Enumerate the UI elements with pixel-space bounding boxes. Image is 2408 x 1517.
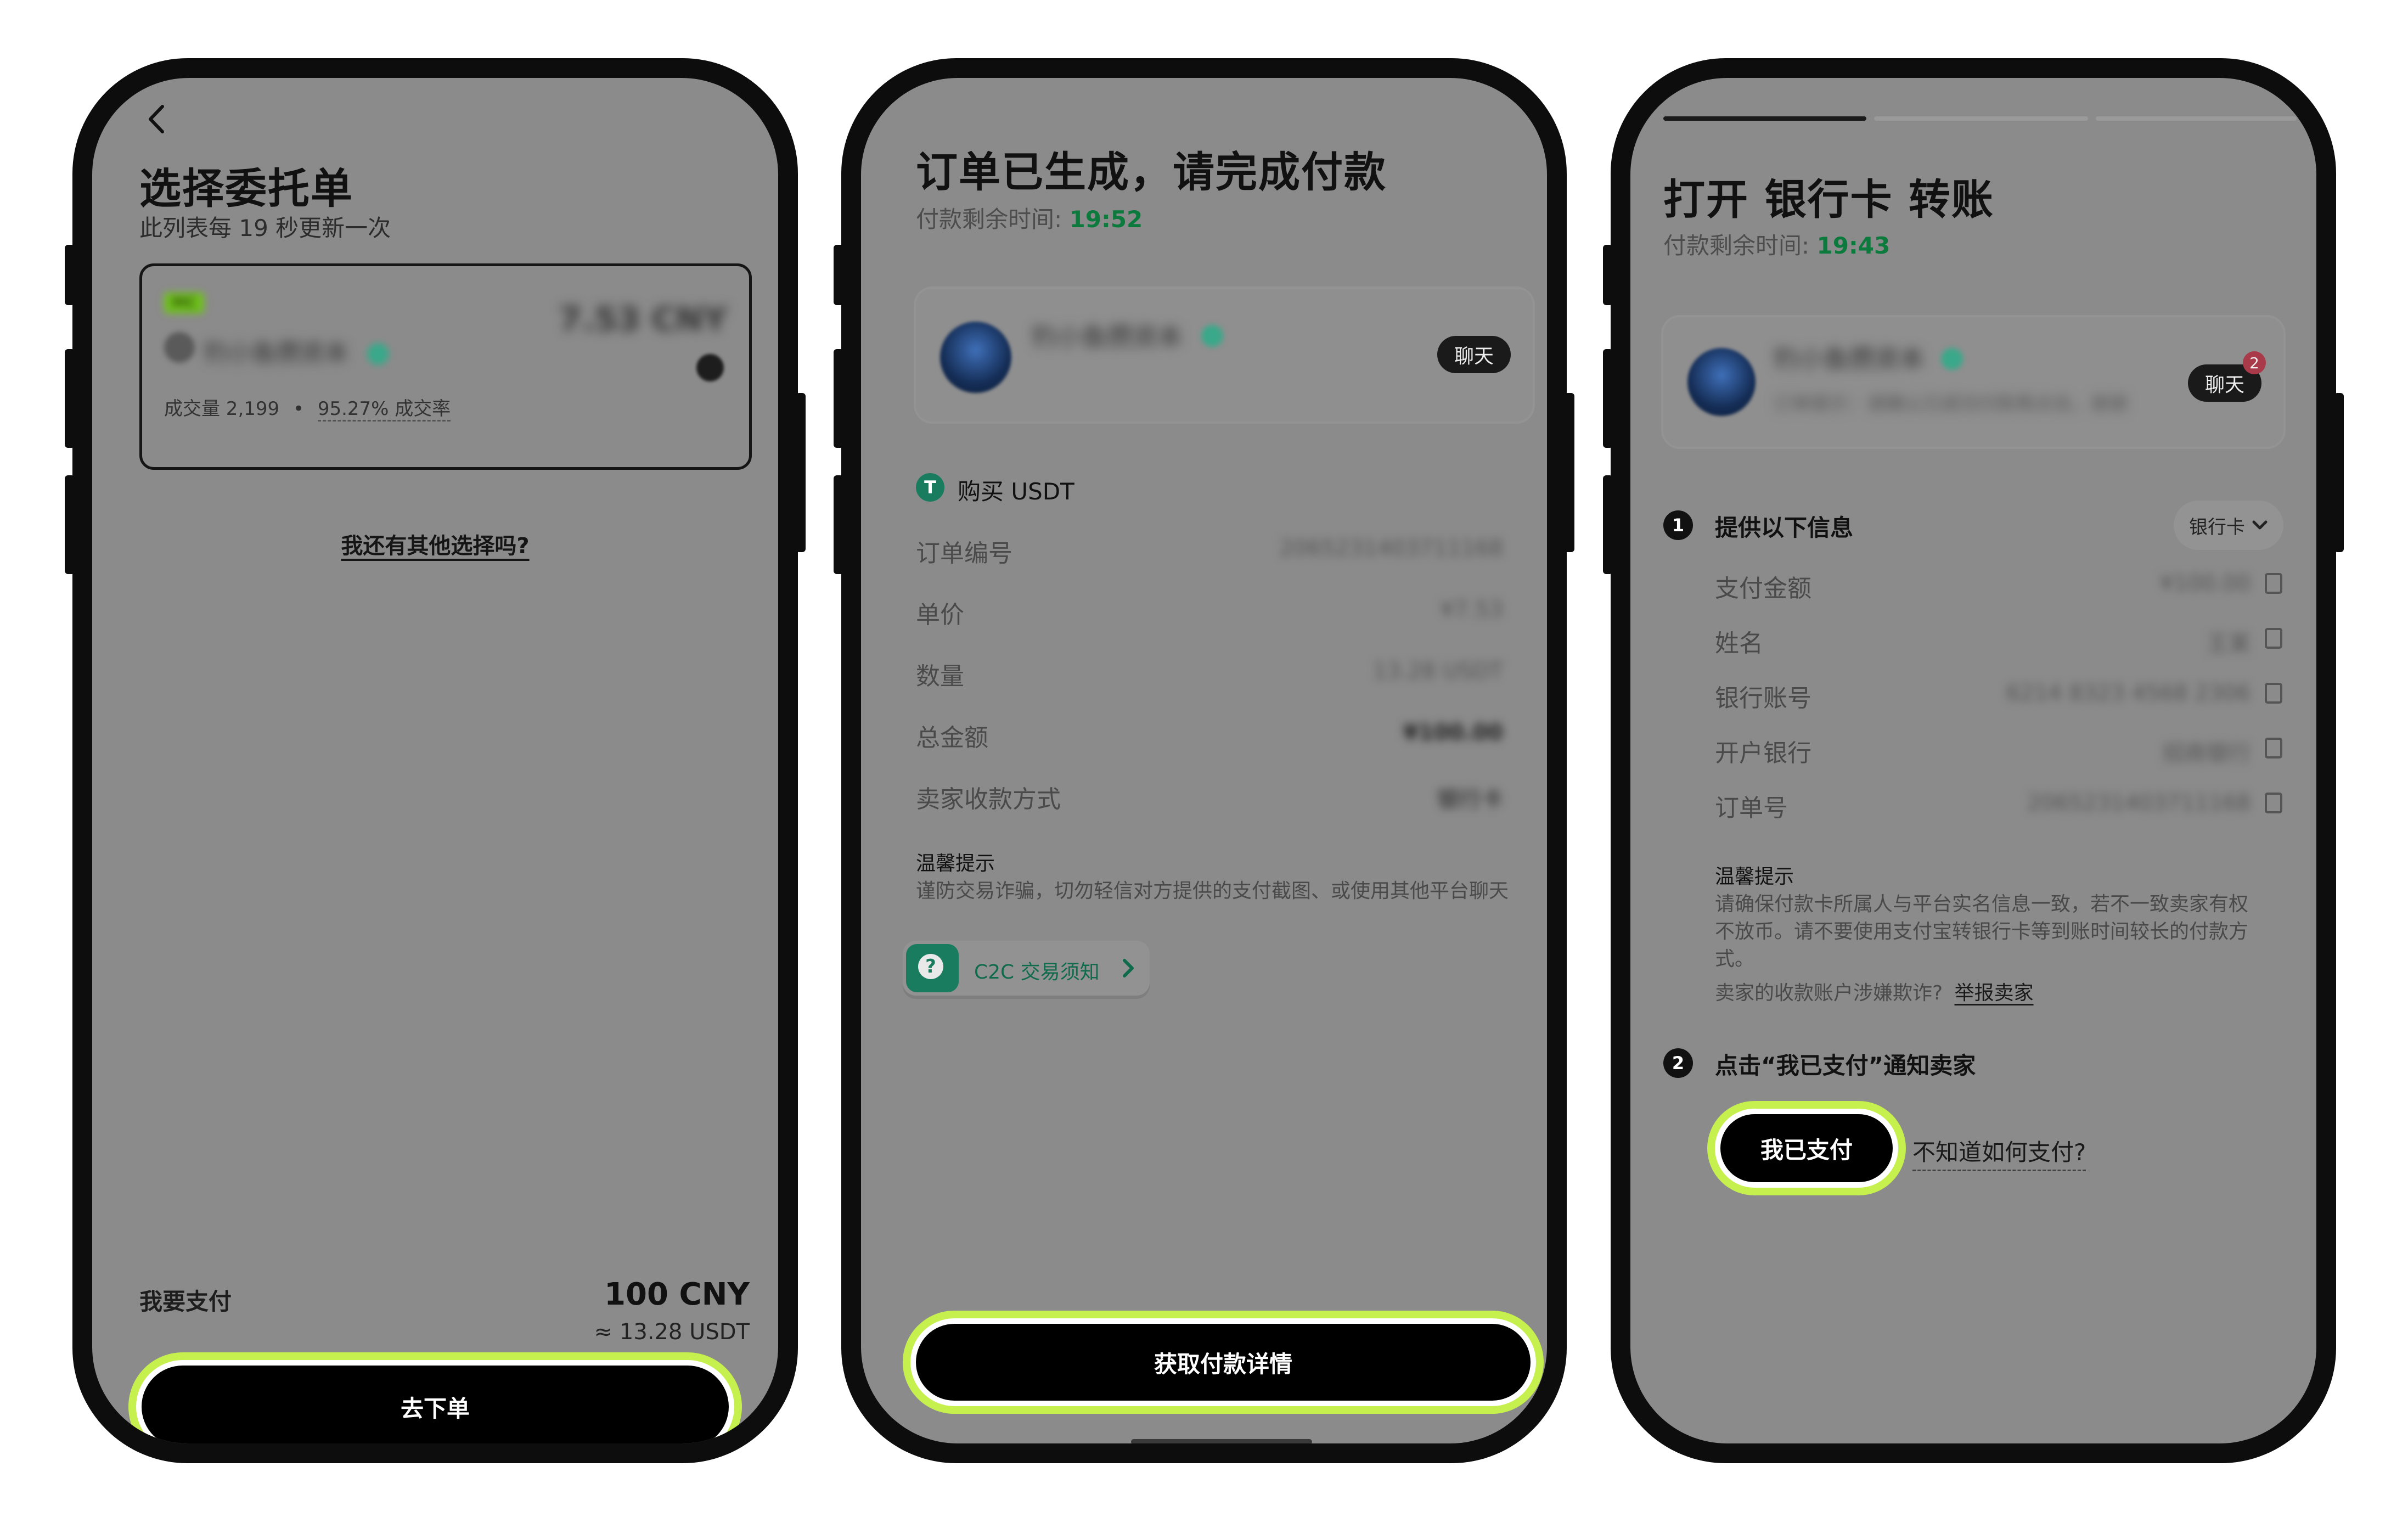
fraud-question: 卖家的收款账户涉嫌欺诈? [1715, 982, 1943, 1004]
tip-text: 谨防交易诈骗，切勿轻信对方提供的支付截图、或使用其他平台聊天 [916, 880, 1509, 902]
payment-timer: 付款剩余时间: 19:43 [1663, 227, 1890, 261]
merchant-note: 订单提示：请确认已成功付款再点击，谢谢 [1773, 393, 2128, 415]
home-indicator [1131, 1439, 1312, 1443]
verified-icon [1201, 325, 1223, 347]
payment-method-value: 银行卡 [2189, 516, 2245, 538]
tip-text-line-3: 式。 [1715, 948, 1755, 970]
order-number-value: 2065231403711168 [2027, 790, 2251, 816]
merchant-badge: MC [164, 293, 204, 313]
timer-label: 付款剩余时间: [1663, 232, 1810, 259]
order-number-label: 订单编号 [916, 540, 1012, 568]
merchant-avatar [940, 322, 1011, 393]
fraud-report-line: 卖家的收款账户涉嫌欺诈? 举报卖家 [1715, 977, 2034, 1005]
chevron-right-icon [1123, 959, 1134, 977]
refresh-note: 此列表每 19 秒更新一次 [139, 215, 391, 241]
screen: 打开 银行卡 转账 付款剩余时间: 19:43 钓小鱼攒资本 订单提示：请确认已… [1630, 78, 2316, 1443]
merchant-avatar [164, 332, 195, 363]
trade-stats: 成交量 2,199 • 95.27% 成交率 [164, 394, 451, 422]
bank-name-value: 招商银行 [2163, 741, 2251, 766]
get-payment-details-button[interactable]: 获取付款详情 [916, 1324, 1531, 1401]
tip-text-line-1: 请确保付款卡所属人与平台实名信息一致，若不一致卖家有权 [1715, 893, 2249, 915]
copy-icon[interactable] [2265, 738, 2282, 759]
payment-timer: 付款剩余时间: 19:52 [916, 201, 1143, 234]
offer-card[interactable]: MC 钓小鱼攒资本 7.53 CNY 成交量 2,199 • 95.27% 成交… [139, 263, 752, 470]
i-have-paid-button[interactable]: 我已支付 [1720, 1114, 1893, 1182]
page-title: 选择委托单 [139, 164, 353, 213]
total-amount-label: 总金额 [916, 724, 988, 752]
screen: 订单已生成，请完成付款 付款剩余时间: 19:52 钓小鱼攒资本 聊天 T 购买… [861, 78, 1547, 1443]
tip-text-line-2: 不放币。请不要使用支付宝转银行卡等到账时间较长的付款方 [1715, 920, 2249, 943]
progress-segment-2 [1874, 116, 2088, 121]
unread-badge: 2 [2243, 351, 2266, 374]
pay-label: 我要支付 [139, 1288, 232, 1315]
chat-button[interactable]: 聊天 [1437, 336, 1511, 373]
seller-payment-method-label: 卖家收款方式 [916, 785, 1061, 813]
copy-icon[interactable] [2265, 683, 2282, 704]
other-options-link[interactable]: 我还有其他选择吗? [92, 528, 778, 560]
progress-segment-1 [1663, 116, 1866, 121]
merchant-name: 钓小鱼攒资本 [1031, 322, 1183, 352]
bank-name-label: 开户银行 [1715, 739, 1811, 767]
order-number-label: 订单号 [1715, 794, 1787, 822]
payment-amount-value: ¥100.00 [2159, 571, 2251, 596]
quantity-label: 数量 [916, 662, 964, 690]
merchant-avatar [1687, 348, 1756, 416]
seller-payment-method-value: 银行卡 [1437, 787, 1503, 812]
phone-mockup-order-created: 订单已生成，请完成付款 付款剩余时间: 19:52 钓小鱼攒资本 聊天 T 购买… [834, 58, 1574, 1463]
help-icon: ? [906, 944, 959, 992]
verified-icon [367, 343, 389, 365]
pay-usdt-estimate: ≈ 13.28 USDT [594, 1319, 750, 1345]
page-title: 订单已生成，请完成付款 [916, 148, 1387, 196]
payment-amount-label: 支付金额 [1715, 575, 1811, 603]
merchant-card: 钓小鱼攒资本 订单提示：请确认已成功付款再点击，谢谢 聊天 2 [1663, 317, 2283, 447]
trade-volume: 成交量 2,199 [164, 398, 280, 420]
merchant-name: 钓小鱼攒资本 [204, 339, 348, 367]
chevron-down-icon [2252, 520, 2268, 530]
payment-method-dropdown[interactable]: 银行卡 [2174, 501, 2283, 550]
quantity-value: 13.28 USDT [1372, 659, 1503, 684]
screen: 选择委托单 此列表每 19 秒更新一次 MC 钓小鱼攒资本 7.53 CNY 成… [92, 78, 778, 1443]
unit-price-label: 单价 [916, 601, 964, 629]
place-order-button[interactable]: 去下单 [142, 1366, 729, 1443]
c2c-notice-label: C2C 交易须知 [974, 961, 1100, 984]
step-1-number: 1 [1663, 510, 1693, 540]
tip-title: 温馨提示 [916, 852, 995, 875]
order-number-value: 2065231403711168 [1279, 536, 1503, 561]
tether-icon: T [916, 473, 944, 502]
bank-account-label: 银行账号 [1715, 684, 1811, 712]
account-name-label: 姓名 [1715, 630, 1763, 658]
copy-icon[interactable] [2265, 793, 2282, 813]
copy-icon[interactable] [2265, 573, 2282, 594]
payment-method-icon [696, 354, 724, 381]
verified-icon [1941, 348, 1963, 370]
step-1-title: 提供以下信息 [1715, 514, 1854, 541]
tip-title: 温馨提示 [1715, 866, 1794, 888]
c2c-notice-link[interactable]: ? C2C 交易须知 [903, 941, 1150, 996]
how-to-pay-link[interactable]: 不知道如何支付? [1912, 1134, 2086, 1171]
timer-value: 19:43 [1816, 232, 1891, 259]
completion-rate: 95.27% 成交率 [317, 398, 451, 422]
separator-dot: • [292, 398, 305, 420]
report-seller-link[interactable]: 举报卖家 [1955, 982, 2034, 1004]
step-2-title: 点击“我已支付”通知卖家 [1715, 1052, 1976, 1079]
bank-account-value: 6214 8323 4568 2306 [2006, 681, 2251, 706]
phone-mockup-select-offer: 选择委托单 此列表每 19 秒更新一次 MC 钓小鱼攒资本 7.53 CNY 成… [65, 58, 806, 1463]
unit-price-value: ¥7.53 [1440, 597, 1503, 622]
account-name-value: 王某 [2207, 631, 2251, 656]
copy-icon[interactable] [2265, 628, 2282, 649]
phone-mockup-bank-transfer: 打开 银行卡 转账 付款剩余时间: 19:43 钓小鱼攒资本 订单提示：请确认已… [1603, 58, 2344, 1463]
offer-price: 7.53 CNY [559, 300, 727, 339]
total-amount-value: ¥100.00 [1403, 720, 1503, 745]
page-title: 打开 银行卡 转账 [1663, 175, 1994, 224]
progress-segment-3 [2096, 116, 2297, 121]
merchant-card: 钓小鱼攒资本 聊天 [916, 289, 1533, 422]
buy-asset-label: 购买 USDT [958, 478, 1074, 505]
timer-value: 19:52 [1069, 206, 1143, 233]
pay-amount: 100 CNY [604, 1277, 750, 1312]
merchant-name: 钓小鱼攒资本 [1773, 344, 1925, 374]
back-arrow-icon[interactable] [143, 100, 170, 138]
step-2-number: 2 [1663, 1048, 1693, 1078]
timer-label: 付款剩余时间: [916, 206, 1062, 233]
